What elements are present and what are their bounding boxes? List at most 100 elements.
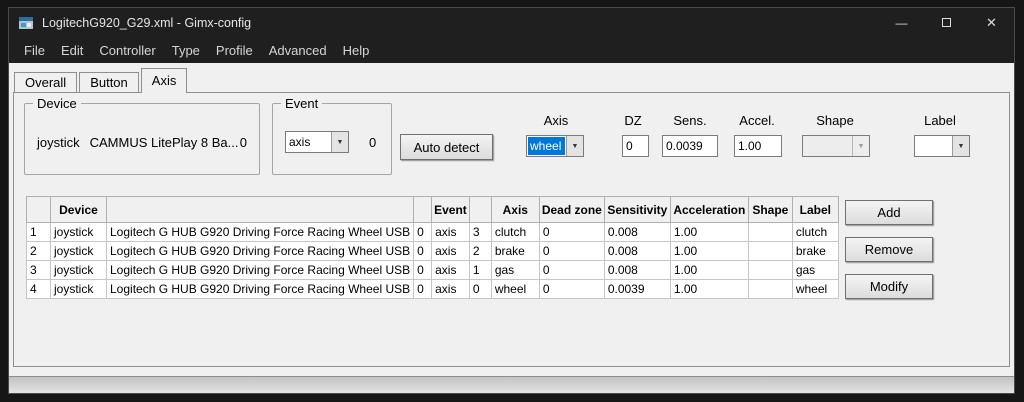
table-cell[interactable]: 4	[26, 279, 51, 299]
table-cell[interactable]: axis	[431, 279, 470, 299]
table-cell[interactable]: 3	[468, 222, 492, 242]
auto-detect-button[interactable]: Auto detect	[400, 134, 493, 160]
table-cell[interactable]: Logitech G HUB G920 Driving Force Racing…	[105, 260, 415, 280]
column-header[interactable]: Acceleration	[669, 196, 749, 223]
table-cell[interactable]: 0	[538, 222, 605, 242]
table-cell[interactable]: Logitech G HUB G920 Driving Force Racing…	[105, 279, 415, 299]
table-cell[interactable]: axis	[431, 222, 470, 242]
table-cell[interactable]: axis	[431, 260, 470, 280]
event-groupbox: Event axis ▼ 0	[272, 96, 392, 175]
column-header[interactable]: Shape	[747, 196, 793, 223]
table-cell[interactable]: joystick	[50, 279, 107, 299]
sens-input[interactable]	[662, 135, 718, 157]
table-cell[interactable]: 0.008	[603, 260, 671, 280]
table-cell[interactable]: Logitech G HUB G920 Driving Force Racing…	[105, 222, 415, 242]
column-header[interactable]: Axis	[490, 196, 540, 223]
dz-column-label: DZ	[624, 113, 642, 128]
table-row[interactable]: 2 joystick Logitech G HUB G920 Driving For…	[26, 241, 839, 261]
table-cell[interactable]: 2	[26, 241, 51, 261]
table-cell[interactable]: wheel	[490, 279, 540, 299]
table-cell[interactable]: 0	[468, 279, 492, 299]
table-cell[interactable]: 1.00	[669, 260, 749, 280]
chevron-down-icon[interactable]: ▼	[566, 136, 583, 156]
table-cell[interactable]: 0.0039	[603, 279, 671, 299]
table-cell[interactable]: gas	[490, 260, 540, 280]
table-cell[interactable]	[747, 222, 793, 242]
menu-item-file[interactable]: File	[16, 39, 53, 62]
event-type-dropdown[interactable]: axis ▼	[285, 131, 349, 153]
close-button[interactable]: ✕	[969, 8, 1014, 37]
modify-button[interactable]: Modify	[845, 274, 933, 299]
column-header[interactable]: Dead zone	[538, 196, 605, 223]
remove-button[interactable]: Remove	[845, 237, 933, 262]
menu-bar: File Edit Controller Type Profile Advanc…	[9, 37, 1014, 63]
table-cell[interactable]: joystick	[50, 222, 107, 242]
table-cell[interactable]	[747, 241, 793, 261]
table-row[interactable]: 3 joystick Logitech G HUB G920 Driving For…	[26, 260, 839, 280]
table-cell[interactable]: 1.00	[669, 222, 749, 242]
add-button[interactable]: Add	[845, 200, 933, 225]
table-cell[interactable]	[747, 279, 793, 299]
chevron-down-icon[interactable]: ▼	[331, 132, 348, 152]
minimize-button[interactable]: —	[879, 8, 924, 37]
table-row[interactable]: 1 joystick Logitech G HUB G920 Driving For…	[26, 222, 839, 242]
axis-dropdown[interactable]: wheel ▼	[526, 135, 584, 157]
shape-dropdown-value	[804, 137, 851, 155]
menu-item-advanced[interactable]: Advanced	[261, 39, 335, 62]
table-cell[interactable]: 0	[538, 241, 605, 261]
column-header[interactable]: Event	[431, 196, 470, 223]
table-cell[interactable]: 0	[413, 260, 433, 280]
menu-item-controller[interactable]: Controller	[91, 39, 163, 62]
table-cell[interactable]: 0	[413, 241, 433, 261]
table-row[interactable]: 4 joystick Logitech G HUB G920 Driving For…	[26, 279, 839, 299]
menu-item-edit[interactable]: Edit	[53, 39, 91, 62]
table-cell[interactable]: wheel	[791, 279, 839, 299]
table-cell[interactable]: clutch	[791, 222, 839, 242]
table-cell[interactable]: brake	[490, 241, 540, 261]
column-header[interactable]: Device	[50, 196, 107, 223]
table-cell[interactable]: 0.008	[603, 222, 671, 242]
table-cell[interactable]: joystick	[50, 241, 107, 261]
label-dropdown[interactable]: ▼	[914, 135, 970, 157]
table-cell[interactable]: 0	[413, 279, 433, 299]
table-cell[interactable]: 1.00	[669, 241, 749, 261]
column-header[interactable]	[26, 196, 51, 223]
menu-item-help[interactable]: Help	[335, 39, 378, 62]
chevron-down-icon[interactable]: ▼	[952, 136, 969, 156]
column-header[interactable]	[468, 196, 492, 223]
table-cell[interactable]: clutch	[490, 222, 540, 242]
shape-column-label: Shape	[816, 113, 854, 128]
menu-item-profile[interactable]: Profile	[208, 39, 261, 62]
shape-dropdown[interactable]: ▼	[802, 135, 870, 157]
table-cell[interactable]: Logitech G HUB G920 Driving Force Racing…	[105, 241, 415, 261]
table-cell[interactable]: 1.00	[669, 279, 749, 299]
table-cell[interactable]: 0	[413, 222, 433, 242]
table-cell[interactable]: 1	[26, 222, 51, 242]
tab-axis[interactable]: Axis	[140, 68, 188, 93]
accel-input[interactable]	[734, 135, 782, 157]
axis-column-label: Axis	[543, 113, 569, 128]
title-bar[interactable]: LogitechG920_G29.xml - Gimx-config — ✕	[9, 8, 1014, 37]
table-cell[interactable]: 1	[468, 260, 492, 280]
column-header[interactable]: Label	[791, 196, 839, 223]
table-cell[interactable]: joystick	[50, 260, 107, 280]
tab-button[interactable]: Button	[79, 72, 139, 92]
table-body: 1 joystick Logitech G HUB G920 Driving For…	[26, 222, 839, 299]
table-cell[interactable]: gas	[791, 260, 839, 280]
table-cell[interactable]: 0	[538, 279, 605, 299]
dz-input[interactable]	[622, 135, 649, 157]
table-cell[interactable]: brake	[791, 241, 839, 261]
chevron-down-icon[interactable]: ▼	[852, 136, 869, 156]
tab-overall[interactable]: Overall	[14, 72, 78, 92]
maximize-button[interactable]	[924, 8, 969, 37]
table-cell[interactable]: 0.008	[603, 241, 671, 261]
menu-item-type[interactable]: Type	[164, 39, 208, 62]
column-header[interactable]: Sensitivity	[603, 196, 671, 223]
table-cell[interactable]: 2	[468, 241, 492, 261]
column-header[interactable]	[413, 196, 433, 223]
table-cell[interactable]: 0	[538, 260, 605, 280]
table-cell[interactable]: axis	[431, 241, 470, 261]
table-cell[interactable]	[747, 260, 793, 280]
table-cell[interactable]: 3	[26, 260, 51, 280]
column-header[interactable]	[105, 196, 415, 223]
